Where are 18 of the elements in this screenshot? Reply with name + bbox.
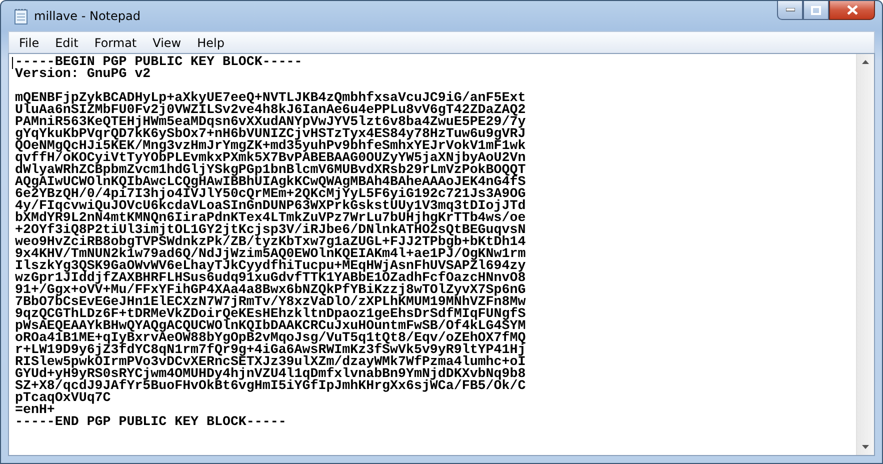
minimize-button[interactable]	[777, 1, 803, 20]
close-icon	[846, 5, 858, 15]
document-text: -----BEGIN PGP PUBLIC KEY BLOCK----- Version: GnuPG v2 mQENBFjpZykBCADHyLp+aXkyUE7eeQ+NVTLJKB4zQmbhfxsaVcuJC9iG/anF5Ext UluAa6nSIZMbFU0Fv2j0VWZILSv2ve4h8kJ6IanAe6u4ePPLu8vV6gT42ZDaZAQ2 PAMniR563KeQTEHjHWm5eaMDqsn6vXXudANYpVwJYV5lzt6v8ba4ZwuE5PE29/7y gYqYkuKbPVqrQD7kK6ySbOx7+nH6bVUNIZCjvHSTzTyx4ES84y78HzTuw6u9gVRJ QOeNMgQcHJi5KEK/Mng3vzHmJrYmgZK+md35yuhPv9bhfeSmhxYEJrVokV1mF1wk qvffH/oKOCyiVtTyYObPLEvmkxPXmk5X7BvPABEBAAG0OUZyYW5jaXNjbyAoU2Vn dWlyaWRhZCBpbmZvcm1hdGljYSkgPGp1bnBlcmV6MUBvdXRsb29rLmVzPokBOQQT AQgAIwUCWOlnKQIbAwcLCQgHAwIBBhUIAgkKCwQWAgMBAh4BAheAAAoJEK4nG4fS 6e2YBzQH/0/4pi7I3hjo4IVJlY50cQrMEm+2QKcMjYyL5F6yiG192c721Js3A9OG 4y/FIqcvwiQuJOVcU6kcdaVLoaSInGnDUNP63WXPrkGskstUUy1V3mq3tDIojJTd bXMdYR9L2nN4mtKMNQn6IiraPdnKTex4LTmkZuVPz7WrLu7bUHjhgKrTTb4ws/oe +2OYf3iQ8P2tiUl3imjtOL1GY2jtKcjsp3V/iRJbe6/DNlnkATHO2sQtBEGuqvsN weo9HvZciRB8obgTVPSWdnkzPk/ZB/tyzKbTxw7g1aZUGL+FJJ2TPbgb+bKtDh14 9x4KHV/TmNUN2k1w79ad6Q/NdJjWzim5AQ0EWOlnKQEIAKm4l+ae1PJ/OgKNw1rm IlszkYg3QSK9GaOWvWV6eLhayTJkCyydfhiTucpu+MEqHWjAsnFhUVSAPZl694zy wzGpr1JIddjfZAXBHRFLHSus6udq91xuGdvfTTK1YABbE1OZadhFcfOazcHNnvO8 91+/Ggx+oVV+Mu/FFxYFihGP4XAa4a8Bwx6bNZQkPfYBiKzzj8wTOlZyvX7Sp6nG 7BbO7bCsEvEGeJHn1ElECXzN7W7jRmTv/Y8xzVaDlO/zXPLhKMUM19MNhVZFn8Mw 9qzQCGThLDz6F+tDRMeVkZDoirQeKEsHEhzkltnDpaoz1geEhsDrSdfMIqFUNgfS pWsAEQEAAYkBHwQYAQgACQUCWOlnKQIbDAAKCRCuJxuHOuntmFwSB/Of4kLG4SYM oROa41B1ME+qIyBxrvAeOW88bYgOpB2vMqoJsg/VuT5q1tQt8/Eqv/oZEhOX7fMQ r+LW19D9y6jZ3fdYC8qN1rm7fQr9g+4iGa6AwsRWImKz3fSwVk5v9yR9ltYP41Hj RISlew5pwkOIrmPVo3vDCvXERncSETXJz39ulXZm/dzayWMk7WfPzma4lumhc+oI GYUd+yH9yRS0sRYCjwm4OMUHDy4hjnVZU4l1qDmfxlvnabBn9YmNjdDKXvbNq9b8 SZ+X8/qcdJ9JAfYr5BuoFHvOkBt6vgHmI5iYGfIpJmhKHrgXx6sjWCa/FB5/Ok/C pTcaqOxVUq7C =enH+ -----END PGP PUBLIC KEY BLOCK-----	[15, 56, 526, 428]
menu-item[interactable]: Help	[189, 36, 232, 50]
minimize-icon	[786, 8, 794, 12]
window-title: millave - Notepad	[34, 9, 140, 23]
vertical-scrollbar[interactable]	[856, 54, 874, 455]
close-button[interactable]	[829, 1, 875, 20]
menu-item[interactable]: File	[11, 36, 48, 50]
maximize-icon	[811, 6, 821, 14]
menu-item[interactable]: View	[144, 36, 190, 50]
maximize-button[interactable]	[803, 1, 829, 20]
text-cursor	[12, 57, 13, 69]
notepad-icon	[14, 8, 28, 24]
menu-item[interactable]: Format	[86, 36, 145, 50]
scroll-up-icon[interactable]	[862, 60, 869, 64]
menu-item[interactable]: Edit	[47, 36, 86, 50]
scroll-down-icon[interactable]	[862, 445, 869, 449]
